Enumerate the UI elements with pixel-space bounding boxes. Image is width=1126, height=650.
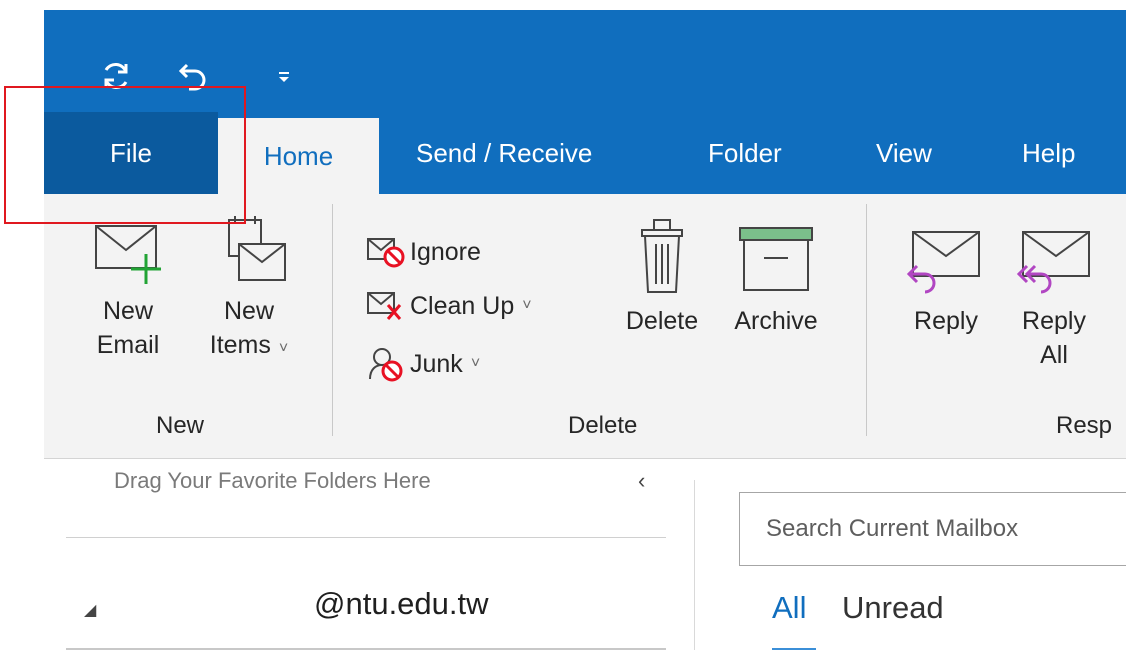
chevron-down-icon: ˅ bbox=[470, 355, 481, 372]
tab-help[interactable]: Help bbox=[1022, 112, 1075, 194]
search-input[interactable]: Search Current Mailbox bbox=[739, 492, 1126, 566]
delete-button[interactable]: Delete bbox=[612, 216, 712, 338]
filter-unread[interactable]: Unread bbox=[842, 590, 944, 626]
tab-file-label: File bbox=[110, 137, 152, 168]
favorites-hint: Drag Your Favorite Folders Here bbox=[114, 468, 431, 493]
ignore-button[interactable]: Ignore bbox=[366, 224, 481, 280]
clean-up-label: Clean Up bbox=[410, 291, 515, 320]
chevron-left-icon[interactable]: ‹ bbox=[638, 468, 645, 494]
tab-home-label: Home bbox=[263, 140, 334, 171]
divider bbox=[66, 537, 666, 538]
tab-view-label: View bbox=[876, 137, 932, 168]
delete-label: Delete bbox=[625, 307, 699, 335]
new-email-icon bbox=[95, 225, 161, 284]
ribbon-separator bbox=[332, 204, 333, 436]
chevron-down-icon: ˅ bbox=[522, 297, 532, 314]
group-label-respond: Resp bbox=[1056, 412, 1113, 439]
reply-all-button[interactable]: Reply All bbox=[1006, 216, 1102, 372]
reply-all-label-2: All bbox=[1040, 341, 1068, 369]
reply-icon bbox=[906, 231, 980, 294]
new-email-button[interactable]: New Email bbox=[80, 216, 176, 362]
tab-file[interactable]: File bbox=[44, 112, 218, 194]
tab-help-label: Help bbox=[1022, 137, 1076, 168]
clean-up-icon bbox=[367, 292, 402, 320]
archive-icon bbox=[739, 227, 813, 291]
archive-label: Archive bbox=[734, 307, 818, 335]
archive-button[interactable]: Archive bbox=[724, 216, 828, 338]
ignore-icon bbox=[367, 238, 405, 268]
ignore-label: Ignore bbox=[410, 237, 481, 266]
tab-home[interactable]: Home bbox=[218, 118, 379, 194]
ribbon: New Email New Items ˅ New Ignore Clean U… bbox=[44, 194, 1126, 459]
chevron-down-icon: ˅ bbox=[278, 340, 289, 357]
title-bar bbox=[44, 10, 1126, 112]
ribbon-tabs: File Home Send / Receive Folder View Hel… bbox=[44, 112, 1126, 194]
group-label-delete: Delete bbox=[568, 412, 638, 439]
filter-all[interactable]: All bbox=[772, 590, 806, 626]
new-items-button[interactable]: New Items ˅ bbox=[194, 216, 304, 366]
junk-icon bbox=[369, 348, 403, 382]
sync-icon[interactable] bbox=[96, 56, 136, 96]
junk-label: Junk bbox=[410, 349, 463, 378]
account-name[interactable]: @ntu.edu.tw bbox=[314, 586, 489, 622]
new-items-label-1: New bbox=[223, 297, 274, 325]
undo-icon[interactable] bbox=[174, 56, 214, 96]
trash-icon bbox=[641, 219, 683, 293]
pane-separator bbox=[694, 480, 695, 650]
new-items-icon bbox=[228, 216, 286, 281]
reply-label: Reply bbox=[914, 307, 978, 335]
tab-send-receive-label: Send / Receive bbox=[416, 137, 593, 168]
reply-all-icon bbox=[1016, 231, 1090, 294]
tab-view[interactable]: View bbox=[876, 112, 932, 194]
new-email-label-1: New bbox=[102, 297, 153, 325]
search-placeholder: Search Current Mailbox bbox=[766, 515, 1019, 542]
new-items-label-2: Items bbox=[209, 331, 271, 359]
ribbon-separator bbox=[866, 204, 867, 436]
reply-all-label-1: Reply bbox=[1022, 307, 1086, 335]
reply-button[interactable]: Reply bbox=[898, 216, 994, 338]
group-label-new: New bbox=[156, 412, 205, 439]
new-email-label-2: Email bbox=[96, 331, 160, 359]
outlook-window: File Home Send / Receive Folder View Hel… bbox=[44, 10, 1126, 650]
clean-up-button[interactable]: Clean Up ˅ bbox=[366, 278, 532, 334]
tab-folder-label: Folder bbox=[708, 137, 782, 168]
expand-caret-icon[interactable]: ◢ bbox=[84, 600, 96, 620]
tab-send-receive[interactable]: Send / Receive bbox=[416, 112, 592, 194]
customize-toolbar-icon[interactable] bbox=[264, 56, 304, 96]
junk-button[interactable]: Junk ˅ bbox=[366, 336, 480, 392]
tab-folder[interactable]: Folder bbox=[708, 112, 782, 194]
